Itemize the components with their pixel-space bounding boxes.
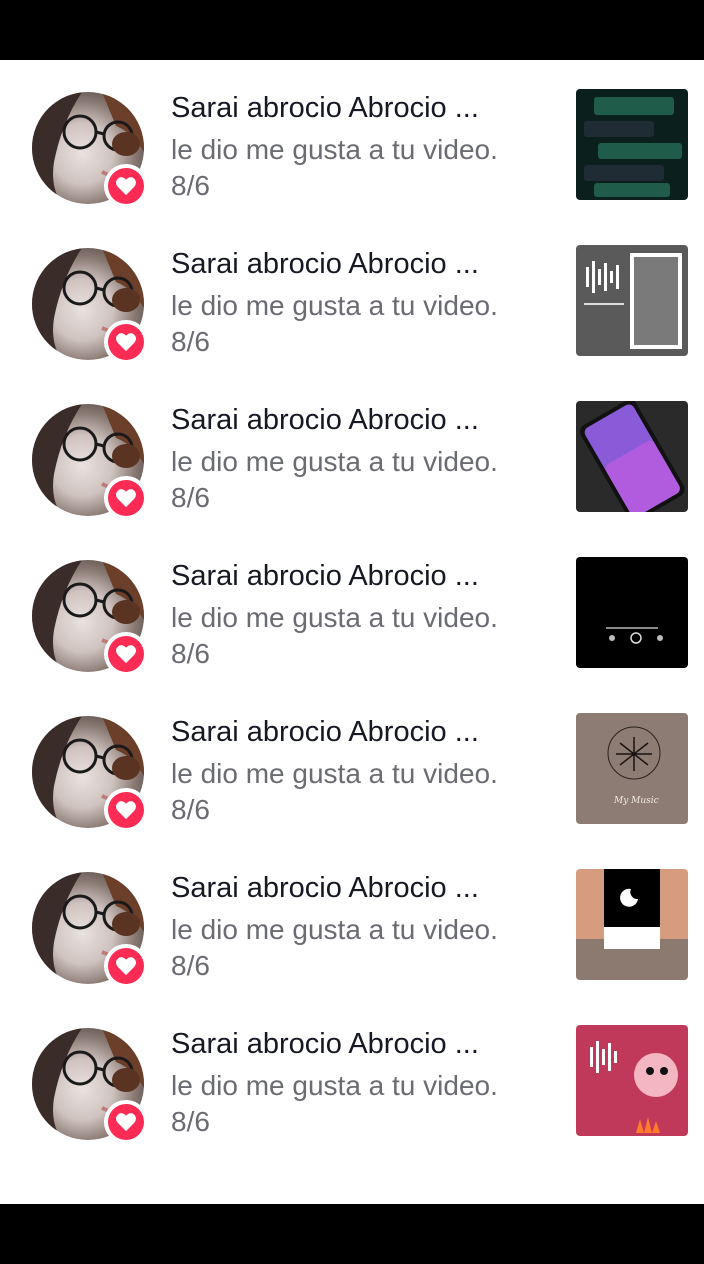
- notification-date: 8/6: [171, 482, 210, 513]
- notification-row[interactable]: Sarai abrocio Abrocio ... le dio me gust…: [0, 372, 704, 528]
- user-name[interactable]: Sarai abrocio Abrocio ...: [171, 1028, 531, 1061]
- heart-icon: [116, 957, 136, 976]
- user-name[interactable]: Sarai abrocio Abrocio ...: [171, 404, 531, 437]
- notification-row[interactable]: Sarai abrocio Abrocio ... le dio me gust…: [0, 840, 704, 996]
- like-badge: [104, 632, 148, 676]
- status-bar: [0, 0, 704, 60]
- notification-text: le dio me gusta a tu video.: [171, 914, 498, 945]
- notification-text: le dio me gusta a tu video.: [171, 758, 498, 789]
- notification-date: 8/6: [171, 950, 210, 981]
- notifications-list: Sarai abrocio Abrocio ... le dio me gust…: [0, 60, 704, 1204]
- user-name[interactable]: Sarai abrocio Abrocio ...: [171, 872, 531, 905]
- notification-text: le dio me gusta a tu video.: [171, 134, 498, 165]
- avatar[interactable]: [32, 92, 148, 208]
- notification-date: 8/6: [171, 638, 210, 669]
- heart-icon: [116, 177, 136, 196]
- thumbnail-caption: My Music: [613, 796, 659, 806]
- moon-sunset-thumbnail[interactable]: [576, 869, 688, 980]
- notification-row[interactable]: Sarai abrocio Abrocio ... le dio me gust…: [0, 528, 704, 684]
- avatar[interactable]: [32, 560, 148, 676]
- notification-row[interactable]: Sarai abrocio Abrocio ... le dio me gust…: [0, 60, 704, 216]
- avatar[interactable]: [32, 404, 148, 520]
- avatar[interactable]: [32, 716, 148, 832]
- like-badge: [104, 476, 148, 520]
- notification-text: le dio me gusta a tu video.: [171, 446, 498, 477]
- avatar[interactable]: [32, 248, 148, 364]
- heart-icon: [116, 489, 136, 508]
- pink-collage-thumbnail[interactable]: [576, 1025, 688, 1136]
- audio-frame-thumbnail[interactable]: [576, 245, 688, 356]
- like-badge: [104, 320, 148, 364]
- dark-player-thumbnail[interactable]: [576, 557, 688, 668]
- heart-icon: [116, 1113, 136, 1132]
- like-badge: [104, 944, 148, 988]
- like-badge: [104, 164, 148, 208]
- like-badge: [104, 788, 148, 832]
- user-name[interactable]: Sarai abrocio Abrocio ...: [171, 248, 531, 281]
- notification-date: 8/6: [171, 326, 210, 357]
- notification-row[interactable]: Sarai abrocio Abrocio ... le dio me gust…: [0, 996, 704, 1152]
- user-name[interactable]: Sarai abrocio Abrocio ...: [171, 92, 531, 125]
- heart-icon: [116, 801, 136, 820]
- avatar[interactable]: [32, 872, 148, 988]
- avatar[interactable]: [32, 1028, 148, 1144]
- user-name[interactable]: Sarai abrocio Abrocio ...: [171, 716, 531, 749]
- notification-text: le dio me gusta a tu video.: [171, 602, 498, 633]
- notification-date: 8/6: [171, 170, 210, 201]
- heart-icon: [116, 645, 136, 664]
- my-music-thumbnail[interactable]: My Music: [576, 713, 688, 824]
- whatsapp-chat-thumbnail[interactable]: [576, 89, 688, 200]
- notification-date: 8/6: [171, 1106, 210, 1137]
- heart-icon: [116, 333, 136, 352]
- notification-text: le dio me gusta a tu video.: [171, 1070, 498, 1101]
- navigation-bar: [0, 1204, 704, 1264]
- user-name[interactable]: Sarai abrocio Abrocio ...: [171, 560, 531, 593]
- notification-row[interactable]: Sarai abrocio Abrocio ... le dio me gust…: [0, 684, 704, 840]
- notification-date: 8/6: [171, 794, 210, 825]
- notification-text: le dio me gusta a tu video.: [171, 290, 498, 321]
- like-badge: [104, 1100, 148, 1144]
- phone-gradient-thumbnail[interactable]: [576, 401, 688, 512]
- notification-row[interactable]: Sarai abrocio Abrocio ... le dio me gust…: [0, 216, 704, 372]
